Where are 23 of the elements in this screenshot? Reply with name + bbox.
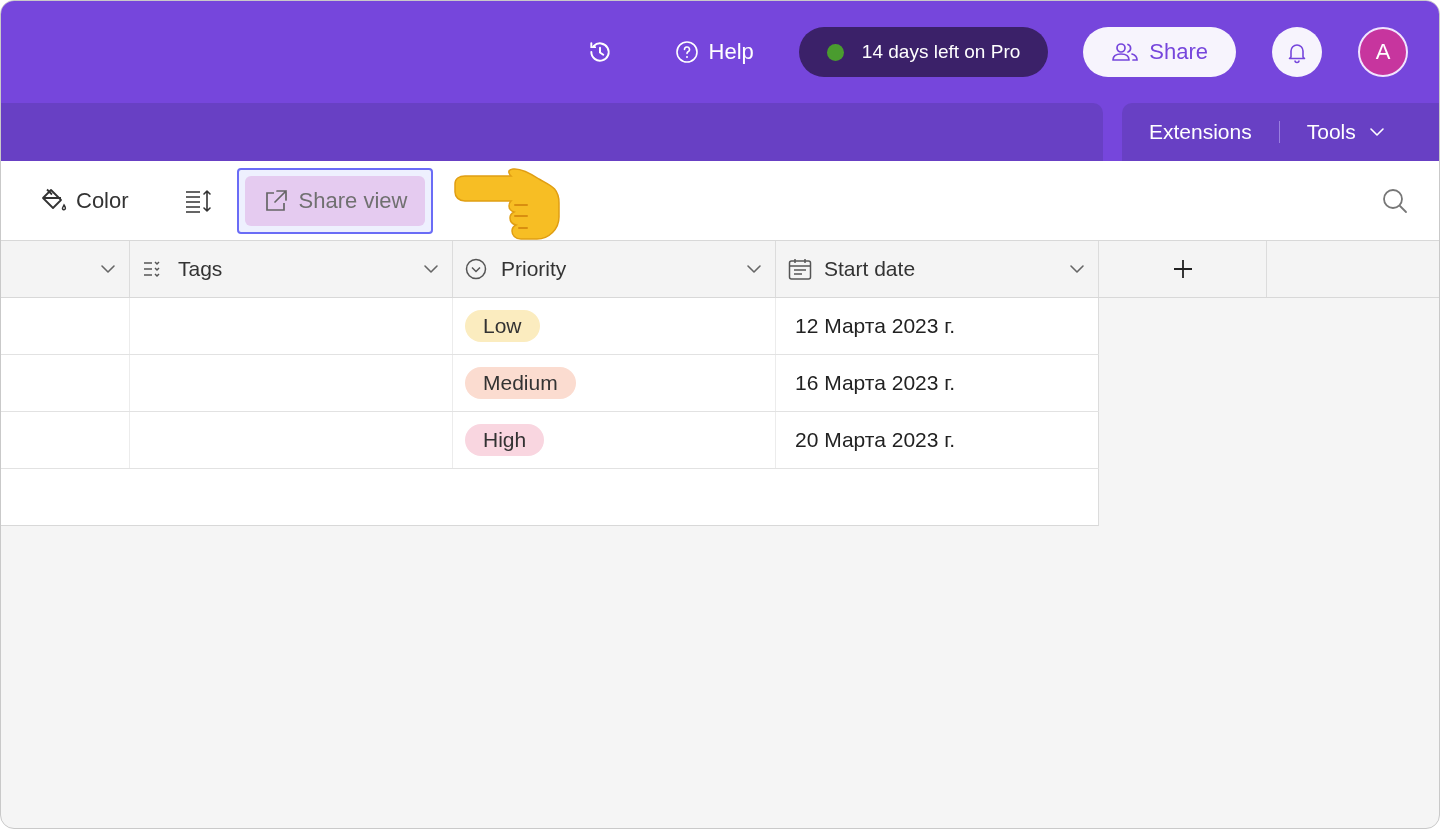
notifications-button[interactable] bbox=[1272, 27, 1322, 77]
table-cell: 16 Марта 2023 г. bbox=[776, 355, 1099, 411]
column-header[interactable]: Tags bbox=[130, 241, 453, 297]
table-cell: 20 Марта 2023 г. bbox=[776, 412, 1099, 468]
calendar-icon bbox=[788, 257, 812, 281]
priority-tag: Medium bbox=[465, 367, 576, 399]
help-button[interactable]: Help bbox=[674, 39, 754, 65]
search-icon[interactable] bbox=[1381, 186, 1409, 215]
color-button[interactable]: Color bbox=[38, 185, 129, 216]
menu-button[interactable]: Tools bbox=[1306, 120, 1386, 144]
table-cell: 12 Марта 2023 г. bbox=[776, 298, 1099, 354]
status-dot bbox=[826, 43, 844, 61]
column-header[interactable]: Start date bbox=[776, 241, 1099, 297]
priority-tag: Low bbox=[465, 310, 540, 342]
priority-tag: High bbox=[465, 424, 545, 456]
column-header[interactable]: Priority bbox=[453, 241, 776, 297]
menu-button[interactable]: Extensions bbox=[1149, 120, 1252, 144]
share-button[interactable]: Share bbox=[1083, 27, 1236, 77]
avatar[interactable]: A bbox=[1358, 27, 1408, 77]
trial-button[interactable]: 14 days left on Pro bbox=[798, 27, 1049, 77]
dropdown-icon bbox=[465, 257, 489, 281]
people-icon bbox=[1111, 40, 1140, 64]
help-icon bbox=[674, 40, 699, 64]
